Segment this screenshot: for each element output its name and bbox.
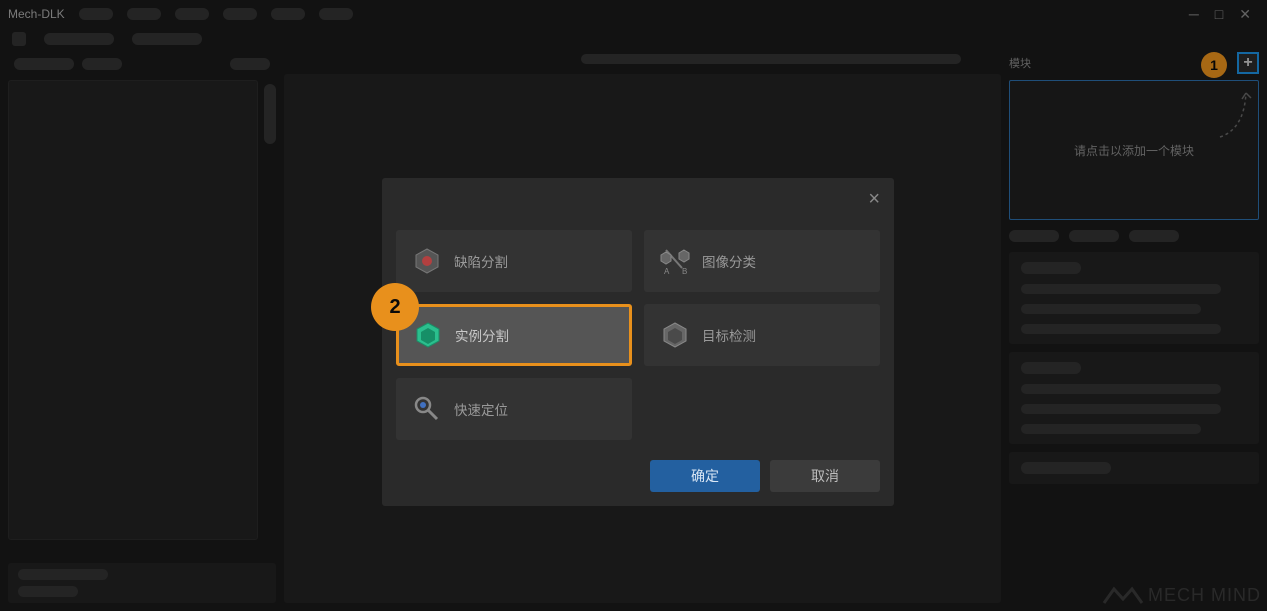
option-label: 图像分类 xyxy=(702,251,756,271)
hex-defect-icon xyxy=(412,246,442,276)
option-label: 快速定位 xyxy=(454,399,508,419)
ab-classify-icon: A B xyxy=(660,246,690,276)
option-image-classification[interactable]: A B 图像分类 xyxy=(644,230,880,292)
option-fast-positioning[interactable]: 快速定位 xyxy=(396,378,632,440)
locate-icon xyxy=(412,394,442,424)
option-label: 缺陷分割 xyxy=(454,251,508,271)
dialog-close-button[interactable]: × xyxy=(868,188,880,211)
option-defect-segmentation[interactable]: 缺陷分割 xyxy=(396,230,632,292)
option-label: 目标检测 xyxy=(702,325,756,345)
hex-detect-icon xyxy=(660,320,690,350)
dialog-cancel-button[interactable]: 取消 xyxy=(770,460,880,492)
add-module-dialog: × 缺陷分割 A B 图像分类 2 xyxy=(382,178,894,506)
option-label: 实例分割 xyxy=(455,325,509,345)
hex-instance-icon xyxy=(413,320,443,350)
svg-text:B: B xyxy=(682,267,687,276)
callout-badge-2: 2 xyxy=(371,283,419,331)
svg-text:A: A xyxy=(664,267,670,276)
option-instance-segmentation[interactable]: 2 实例分割 xyxy=(396,304,632,366)
option-object-detection[interactable]: 目标检测 xyxy=(644,304,880,366)
dialog-ok-button[interactable]: 确定 xyxy=(650,460,760,492)
